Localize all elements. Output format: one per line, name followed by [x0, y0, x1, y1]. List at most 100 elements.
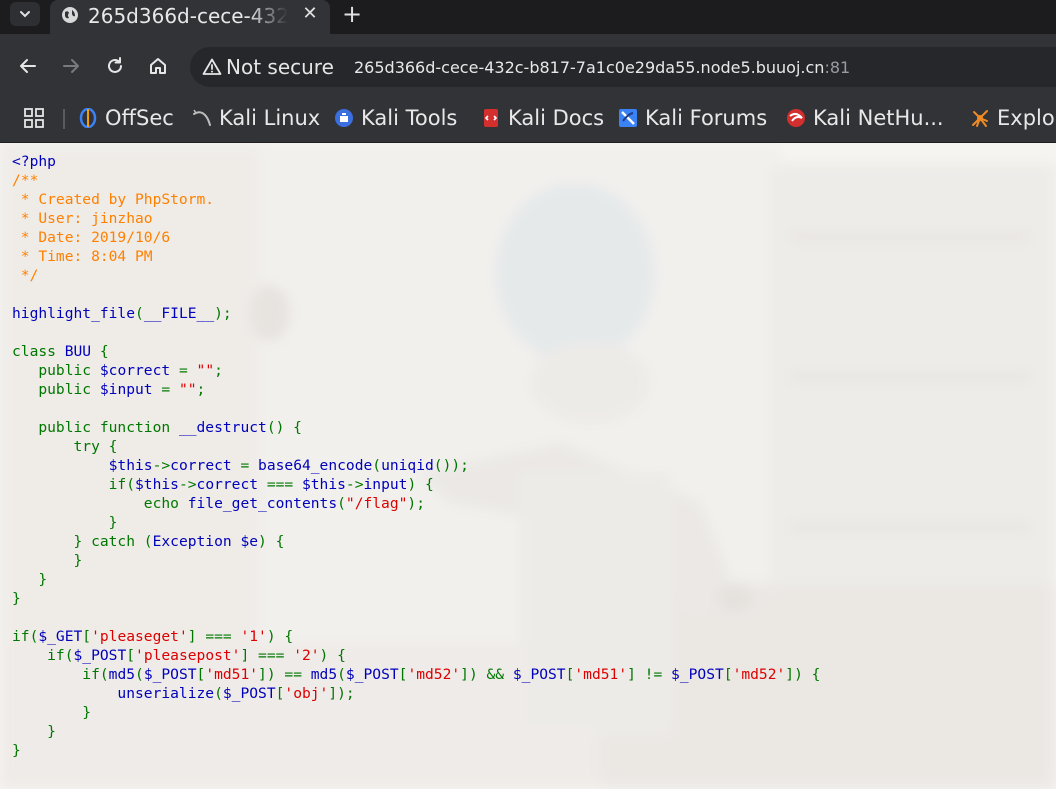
bookmark-kali-forums[interactable]: Kali Forums [618, 105, 767, 131]
code-token: $this [135, 476, 179, 493]
code-token: ()); [433, 457, 469, 474]
exploit-db-icon [972, 110, 988, 127]
code-token: if( [12, 476, 136, 493]
code-token: } [12, 742, 21, 759]
code-token: /** [12, 172, 39, 189]
code-token: $this [301, 476, 346, 493]
code-token: input [363, 476, 408, 493]
code-token: __FILE__ [143, 305, 215, 322]
code-token: file_get_contents [187, 495, 338, 512]
kali-nethunter-icon [787, 109, 805, 127]
code-token: ( [214, 685, 223, 702]
code-line: <?php [12, 152, 820, 171]
code-token: * User: jinzhao [12, 210, 153, 227]
bookmark-label: Kali Linux [219, 106, 321, 130]
code-token: */ [12, 267, 39, 284]
code-line: } [12, 741, 820, 760]
code-token: ] === [240, 647, 294, 664]
code-token: } [12, 552, 83, 569]
code-token: __destruct [178, 419, 267, 436]
code-token: === [266, 476, 302, 493]
code-token: Exception $e [152, 533, 259, 550]
kali-forums-icon [619, 109, 637, 127]
code-token: $_POST [73, 647, 127, 664]
code-token: ]) == [258, 666, 311, 683]
arrow-right-icon [63, 59, 79, 73]
code-token: ( [135, 305, 144, 322]
code-token: 'md51' [205, 666, 259, 683]
code-token: ) { [319, 647, 346, 664]
bookmark-kali-linux[interactable]: Kali Linux [192, 105, 320, 131]
globe-icon [62, 7, 78, 23]
code-token: -> [152, 457, 171, 474]
code-line: } [12, 513, 820, 532]
code-token: * Date: 2019/10/6 [12, 229, 171, 246]
code-token: [ [723, 666, 733, 683]
bookmark-kali-docs[interactable]: Kali Docs [481, 105, 604, 131]
code-token: 'pleaseget' [91, 628, 188, 645]
code-token: public [12, 381, 100, 398]
code-line: * Time: 8:04 PM [12, 247, 820, 266]
code-token: $input [99, 381, 162, 398]
code-token: $_POST [222, 685, 276, 702]
code-token: $correct [99, 362, 179, 379]
code-token: BUU [64, 343, 100, 360]
home-button[interactable] [146, 54, 170, 78]
code-token: } [12, 514, 118, 531]
code-line: } [12, 551, 820, 570]
code-token: 'md51' [574, 666, 628, 683]
close-icon[interactable]: ✕ [300, 4, 320, 24]
bookmark-label: Kali Tools [361, 106, 458, 130]
bookmark-kali-nethunter[interactable]: Kali NetHu... [786, 105, 944, 131]
kali-dragon-icon [193, 109, 211, 126]
tab-title: 265d366d-cece-432c-b817-7a1c0e29da55.nod… [88, 4, 288, 28]
bookmark-kali-tools[interactable]: Kali Tools [334, 105, 457, 131]
code-token: $_POST [143, 666, 197, 683]
code-line: if(md5($_POST['md51']) == md5($_POST['md… [12, 665, 820, 684]
active-tab[interactable]: 265d366d-cece-432c-b817-7a1c0e29da55.nod… [50, 0, 330, 34]
code-line: */ [12, 266, 820, 285]
reload-button[interactable] [103, 54, 127, 78]
code-line: public $input = ""; [12, 380, 820, 399]
code-token: ) { [258, 533, 285, 550]
offsec-icon [79, 108, 97, 128]
code-token: $this [12, 457, 153, 474]
bookmark-offsec[interactable]: OffSec [78, 105, 174, 131]
home-icon [150, 58, 166, 74]
apps-grid-icon[interactable] [24, 108, 44, 128]
code-token: $_POST [345, 666, 399, 683]
bookmark-label: Kali Docs [508, 106, 605, 130]
code-token: * Time: 8:04 PM [12, 248, 153, 265]
code-token: ; [196, 381, 206, 398]
code-line: class BUU { [12, 342, 820, 361]
code-line: } catch (Exception $e) { [12, 532, 820, 551]
url-text[interactable]: 265d366d-cece-432c-b817-7a1c0e29da55.nod… [354, 57, 850, 79]
code-line: } [12, 570, 820, 589]
back-button[interactable] [16, 54, 40, 78]
code-token: } [12, 571, 48, 588]
code-token: $_GET [38, 628, 83, 645]
code-line: if($_POST['pleasepost'] === '2') { [12, 646, 820, 665]
tab-search-button[interactable] [10, 2, 40, 26]
code-token: md5 [108, 666, 136, 683]
code-token: '2' [293, 647, 320, 664]
code-token: echo [12, 495, 188, 512]
code-line: * User: jinzhao [12, 209, 820, 228]
code-token: -> [178, 476, 197, 493]
security-indicator[interactable]: Not secure [202, 55, 334, 79]
code-token: if( [12, 647, 74, 664]
forward-button[interactable] [59, 54, 83, 78]
address-bar[interactable]: Not secure 265d366d-cece-432c-b817-7a1c0… [190, 47, 1056, 87]
code-line: unserialize($_POST['obj']); [12, 684, 820, 703]
code-line: public function __destruct() { [12, 418, 820, 437]
code-token: = [178, 362, 197, 379]
new-tab-button[interactable]: + [340, 2, 364, 26]
code-token: 'pleasepost' [135, 647, 241, 664]
reload-icon [108, 57, 122, 73]
bookmark-exploit-db[interactable]: Exploit-DB [970, 105, 1056, 131]
bookmarks-divider [63, 109, 65, 129]
not-secure-label: Not secure [226, 55, 334, 79]
